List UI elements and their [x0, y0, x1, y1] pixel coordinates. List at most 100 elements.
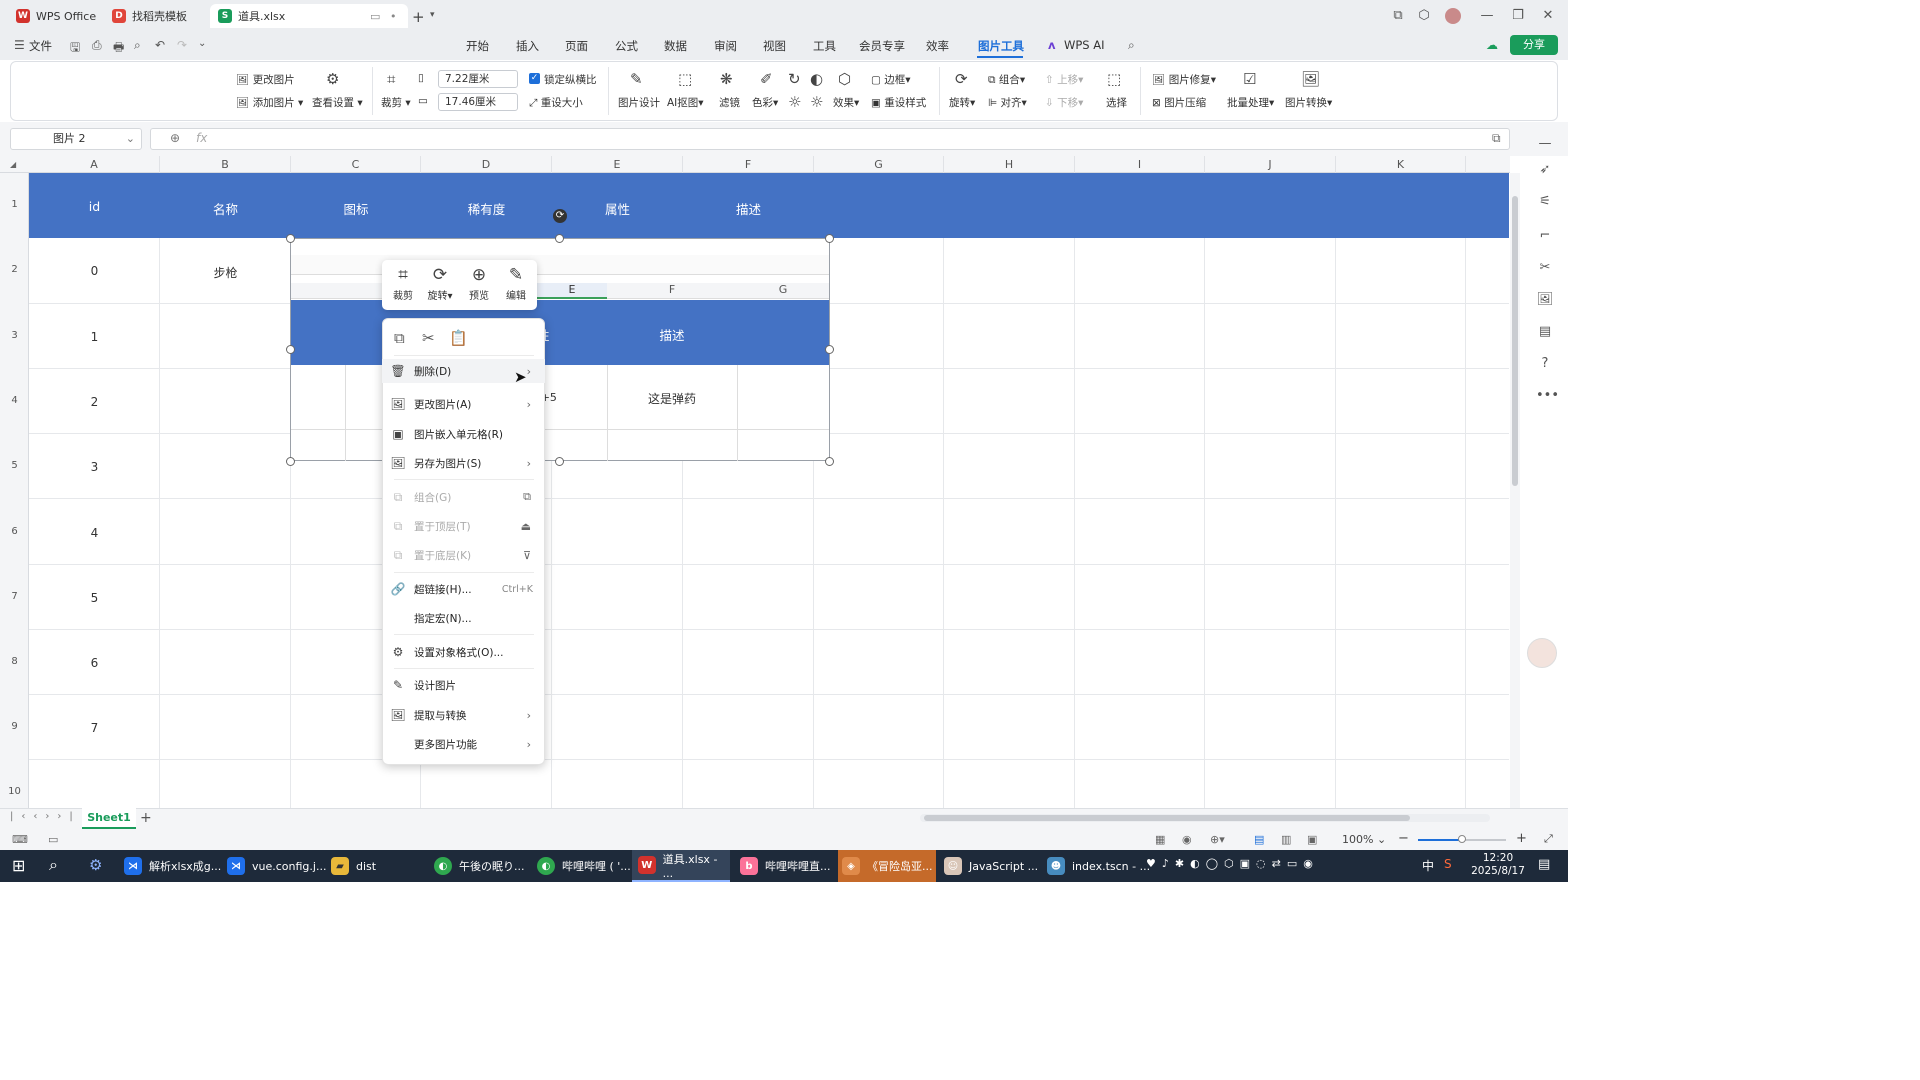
align-button[interactable]: ⊫ 对齐▾: [988, 95, 1027, 110]
effect-button[interactable]: 效果▾: [833, 95, 859, 110]
resize-handle[interactable]: [286, 345, 295, 354]
save-icon[interactable]: 🖫: [70, 38, 80, 59]
paste-icon[interactable]: 📋: [449, 329, 468, 347]
dot-icon[interactable]: •: [390, 10, 397, 23]
system-tray-icons[interactable]: ♥♪✱◐◯⬡▣◌⇄▭◉: [1146, 857, 1319, 870]
menu-insert[interactable]: 插入: [516, 38, 539, 54]
header-cell-id[interactable]: id: [29, 199, 160, 214]
brightness-icon[interactable]: ☼: [788, 93, 801, 111]
assistant-avatar[interactable]: [1527, 638, 1557, 668]
mini-crop-button[interactable]: ⌗ 裁剪: [385, 265, 421, 302]
change-picture-button[interactable]: 🖼 更改图片: [236, 72, 295, 87]
more-icon[interactable]: •••: [1536, 388, 1559, 403]
cell-a8[interactable]: 6: [29, 656, 160, 670]
height-input[interactable]: 17.46厘米: [438, 93, 518, 111]
resize-handle[interactable]: [825, 234, 834, 243]
comment-icon[interactable]: ⌐: [1536, 228, 1554, 243]
resize-handle[interactable]: [286, 234, 295, 243]
menu-start[interactable]: 开始: [466, 38, 489, 54]
tab-wps-office[interactable]: W WPS Office: [8, 4, 98, 28]
taskbar-item-wps-active[interactable]: W 道具.xlsx - ...: [632, 850, 730, 882]
cut-icon[interactable]: ✂: [422, 329, 435, 347]
resize-handle[interactable]: [286, 457, 295, 466]
menu-format-object[interactable]: ⚙ 设置对象格式(O)...: [382, 640, 545, 664]
menu-review[interactable]: 审阅: [714, 38, 737, 54]
row-header-3[interactable]: 3: [0, 330, 29, 341]
cell-a6[interactable]: 4: [29, 526, 160, 540]
zoom-level[interactable]: 100% ⌄: [1342, 833, 1386, 846]
cell-a9[interactable]: 7: [29, 721, 160, 735]
mini-edit-button[interactable]: ✎ 编辑: [498, 265, 534, 302]
col-header-i[interactable]: I: [1075, 156, 1205, 173]
search-icon[interactable]: ⌕: [1128, 38, 1135, 53]
ime-indicator[interactable]: 中: [1422, 857, 1434, 874]
menu-tools[interactable]: 工具: [813, 38, 836, 54]
zoom-slider-thumb[interactable]: [1458, 835, 1466, 843]
header-cell-name[interactable]: 名称: [160, 199, 291, 218]
taskbar-item-dist[interactable]: ▰ dist: [331, 850, 376, 882]
col-header-c[interactable]: C: [291, 156, 421, 173]
menu-group[interactable]: ⧉ 组合(G) ⧉: [382, 485, 545, 509]
tab-active-document[interactable]: S 道具.xlsx ▭ •: [210, 4, 408, 28]
zoom-in-icon[interactable]: +: [1516, 831, 1527, 846]
rotate-ccw-icon[interactable]: ↻: [788, 70, 801, 88]
group-button[interactable]: ⧉ 组合▾: [988, 72, 1025, 87]
name-box[interactable]: 图片 2 ⌄: [10, 128, 142, 150]
cell-b2[interactable]: 步枪: [160, 264, 291, 281]
picture-compress-button[interactable]: ⊠ 图片压缩: [1152, 95, 1206, 110]
taskbar-item-browser-1[interactable]: ◐ 午後の眠り...: [434, 850, 525, 882]
col-header-b[interactable]: B: [160, 156, 291, 173]
app-icon[interactable]: ⚙: [89, 856, 102, 874]
formula-input[interactable]: [150, 128, 1510, 150]
normal-view-icon[interactable]: ▤: [1254, 833, 1264, 846]
picture-design-button[interactable]: 图片设计: [618, 95, 660, 110]
embedded-picture[interactable]: E F G 性 描述 :+5 这是弹药: [290, 238, 830, 461]
windows-start-icon[interactable]: ⊞: [12, 856, 25, 875]
sliders-icon[interactable]: ⚟: [1536, 194, 1554, 209]
menu-send-to-back[interactable]: ⧉ 置于底层(K) ⊽: [382, 543, 545, 567]
col-header-k[interactable]: K: [1336, 156, 1466, 173]
col-header-e[interactable]: E: [552, 156, 683, 173]
add-sheet-icon[interactable]: +: [140, 810, 152, 826]
sheet-tab-sheet1[interactable]: Sheet1: [82, 808, 136, 829]
row-header-9[interactable]: 9: [0, 721, 29, 732]
zoom-icon[interactable]: ⊕: [170, 131, 180, 145]
menu-change-picture[interactable]: 🖼 更改图片(A) ›: [382, 392, 545, 416]
col-header-j[interactable]: J: [1205, 156, 1336, 173]
chevron-down-icon[interactable]: ▾: [430, 10, 435, 20]
clock[interactable]: 12:20 2025/8/17: [1470, 852, 1526, 878]
col-header-d[interactable]: D: [421, 156, 552, 173]
page-view-icon[interactable]: ▥: [1281, 833, 1291, 846]
copy-icon[interactable]: ⧉: [394, 329, 405, 347]
undo-icon[interactable]: ↶: [155, 38, 165, 52]
book-icon[interactable]: ▤: [1536, 324, 1554, 339]
view-settings-button[interactable]: 查看设置 ▾: [312, 95, 363, 110]
tab-template[interactable]: D 找稻壳模板: [104, 4, 204, 28]
menu-assign-macro[interactable]: 指定宏(N)...: [382, 606, 545, 630]
menu-hyperlink[interactable]: 🔗 超链接(H)... Ctrl+K: [382, 577, 545, 601]
add-picture-button[interactable]: 🖼 添加图片 ▾: [236, 95, 303, 110]
tools-icon[interactable]: ✂: [1536, 260, 1554, 275]
taskbar-item-godot[interactable]: ☻ index.tscn - ...: [1047, 850, 1150, 882]
horizontal-scroll-thumb[interactable]: [924, 815, 1410, 821]
picture-convert-button[interactable]: 图片转换▾: [1285, 95, 1332, 110]
picture-panel-icon[interactable]: 🖼: [1536, 292, 1554, 307]
row-header-4[interactable]: 4: [0, 395, 29, 406]
mini-preview-button[interactable]: ⊕ 预览: [461, 265, 497, 302]
menu-page[interactable]: 页面: [565, 38, 588, 54]
menu-extract-convert[interactable]: 🖼 提取与转换 ›: [382, 703, 545, 727]
row-header-1[interactable]: 1: [0, 199, 29, 210]
share-button[interactable]: 分享: [1510, 35, 1558, 55]
select-button[interactable]: 选择: [1106, 95, 1127, 110]
macro-icon[interactable]: ⌨: [12, 833, 28, 846]
preview-icon[interactable]: ⌕: [134, 38, 141, 53]
avatar[interactable]: [1445, 8, 1461, 24]
reset-style-button[interactable]: ▣ 重设样式: [871, 95, 926, 110]
crop-button[interactable]: 裁剪 ▾: [381, 95, 411, 110]
maximize-icon[interactable]: ❐: [1508, 6, 1528, 26]
break-view-icon[interactable]: ▣: [1307, 833, 1317, 846]
minimize-icon[interactable]: —: [1477, 6, 1497, 26]
restore-icon[interactable]: ⧉: [1388, 6, 1408, 26]
select-all-icon[interactable]: ◢: [10, 160, 16, 169]
chevron-down-icon[interactable]: ⌄: [198, 38, 206, 49]
